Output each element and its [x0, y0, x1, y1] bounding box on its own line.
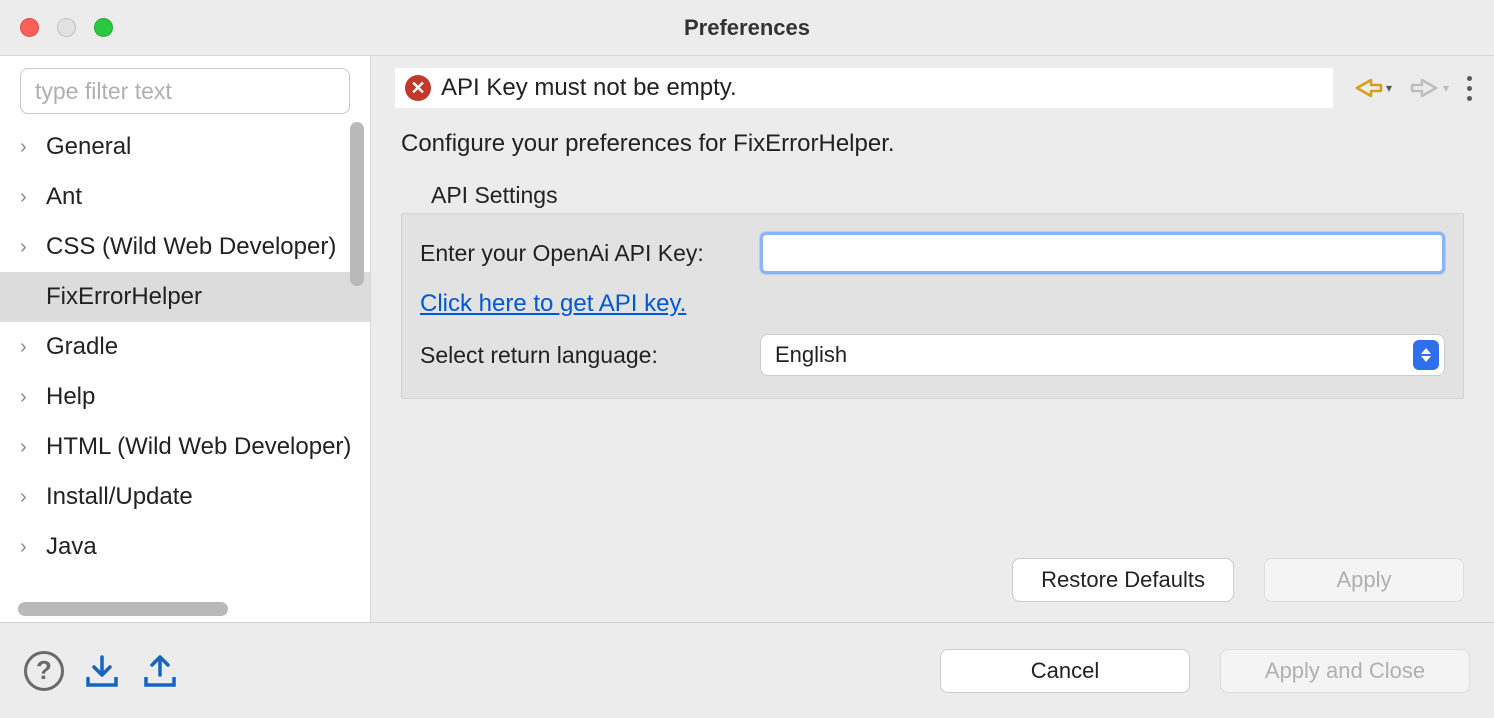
tree-item[interactable]: ›Help: [0, 372, 370, 422]
tree-item[interactable]: ›Ant: [0, 172, 370, 222]
tree-item-label: Gradle: [46, 333, 118, 361]
fieldset-title: API Settings: [401, 182, 1464, 209]
chevron-right-icon: ›: [20, 136, 42, 159]
window-title: Preferences: [0, 15, 1494, 41]
titlebar: Preferences: [0, 0, 1494, 56]
filter-input[interactable]: [20, 68, 350, 114]
tree-item-label: General: [46, 133, 131, 161]
overflow-menu-button[interactable]: [1461, 76, 1478, 101]
get-api-key-link[interactable]: Click here to get API key.: [420, 290, 686, 318]
tree-item-label: FixErrorHelper: [46, 283, 202, 311]
api-settings-fieldset: Enter your OpenAi API Key: Click here to…: [401, 213, 1464, 399]
error-text: API Key must not be empty.: [441, 74, 737, 102]
chevron-right-icon: ›: [20, 386, 42, 409]
cancel-button[interactable]: Cancel: [940, 649, 1190, 693]
tree-item-label: Help: [46, 383, 95, 411]
minimize-window-button[interactable]: [57, 18, 76, 37]
nav-back-button[interactable]: ▾: [1353, 76, 1392, 100]
language-label: Select return language:: [420, 342, 740, 369]
chevron-down-icon: ▾: [1386, 81, 1392, 95]
api-key-input[interactable]: [760, 232, 1445, 274]
right-panel: ✕ API Key must not be empty. ▾ ▾ Configu…: [370, 56, 1494, 622]
close-window-button[interactable]: [20, 18, 39, 37]
preferences-tree[interactable]: ›General›Ant›CSS (Wild Web Developer)Fix…: [0, 122, 370, 600]
import-icon[interactable]: [82, 653, 122, 689]
tree-item-label: CSS (Wild Web Developer): [46, 233, 336, 261]
chevron-right-icon: ›: [20, 336, 42, 359]
sidebar: ›General›Ant›CSS (Wild Web Developer)Fix…: [0, 56, 370, 622]
chevron-right-icon: ›: [20, 436, 42, 459]
export-icon[interactable]: [140, 653, 180, 689]
language-select[interactable]: English: [760, 334, 1445, 376]
panel-header: ✕ API Key must not be empty. ▾ ▾: [371, 56, 1494, 120]
nav-forward-button[interactable]: ▾: [1410, 76, 1449, 100]
panel-description: Configure your preferences for FixErrorH…: [401, 130, 1464, 158]
footer: ? Cancel Apply and Close: [0, 622, 1494, 718]
main-area: ›General›Ant›CSS (Wild Web Developer)Fix…: [0, 56, 1494, 622]
tree-item[interactable]: ›Install/Update: [0, 472, 370, 522]
help-icon[interactable]: ?: [24, 651, 64, 691]
api-key-label: Enter your OpenAi API Key:: [420, 240, 740, 267]
tree-item[interactable]: ›HTML (Wild Web Developer): [0, 422, 370, 472]
tree-item[interactable]: ›CSS (Wild Web Developer): [0, 222, 370, 272]
error-icon: ✕: [405, 75, 431, 101]
tree-item-label: Install/Update: [46, 483, 193, 511]
chevron-down-icon: ▾: [1443, 81, 1449, 95]
horizontal-scrollbar[interactable]: [18, 602, 352, 616]
tree-item[interactable]: FixErrorHelper: [0, 272, 370, 322]
updown-icon: [1413, 340, 1439, 370]
apply-and-close-button[interactable]: Apply and Close: [1220, 649, 1470, 693]
chevron-right-icon: ›: [20, 536, 42, 559]
traffic-lights: [20, 18, 113, 37]
restore-defaults-button[interactable]: Restore Defaults: [1012, 558, 1234, 602]
vertical-scrollbar[interactable]: [350, 122, 364, 286]
language-select-value: English: [760, 334, 1445, 376]
zoom-window-button[interactable]: [94, 18, 113, 37]
tree-item-label: Java: [46, 533, 97, 561]
chevron-right-icon: ›: [20, 236, 42, 259]
tree-item[interactable]: ›Java: [0, 522, 370, 572]
panel-body: Configure your preferences for FixErrorH…: [371, 120, 1494, 622]
tree-item-label: HTML (Wild Web Developer): [46, 433, 351, 461]
apply-button[interactable]: Apply: [1264, 558, 1464, 602]
tree-item[interactable]: ›Gradle: [0, 322, 370, 372]
chevron-right-icon: ›: [20, 486, 42, 509]
chevron-right-icon: ›: [20, 186, 42, 209]
error-banner: ✕ API Key must not be empty.: [395, 68, 1333, 108]
tree-item-label: Ant: [46, 183, 82, 211]
tree-item[interactable]: ›General: [0, 122, 370, 172]
